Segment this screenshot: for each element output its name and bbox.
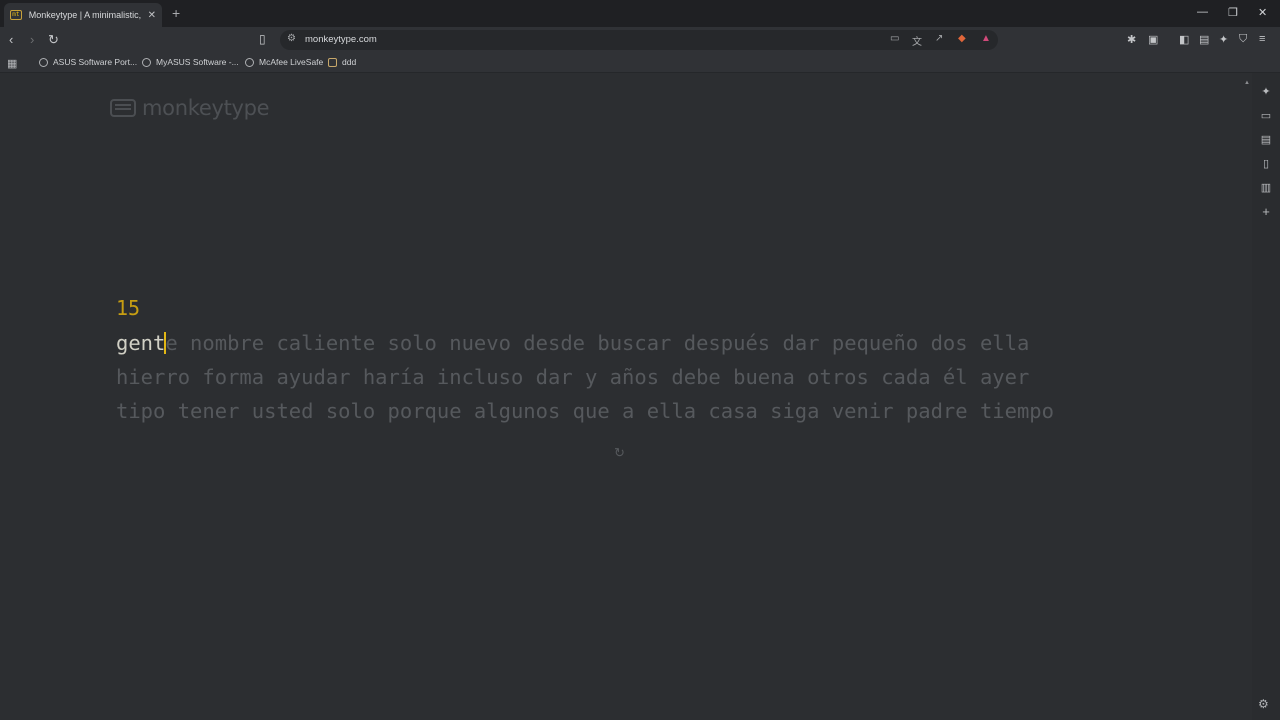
new-tab-icon[interactable]: + <box>172 5 180 21</box>
url-text: monkeytype.com <box>305 34 377 45</box>
menu-icon[interactable]: ≡ <box>1259 33 1265 45</box>
brave-shield-icon[interactable]: ◆ <box>958 33 966 44</box>
minimize-icon[interactable]: — <box>1197 6 1208 18</box>
tab-title: Monkeytype | A minimalistic, cu <box>28 10 142 20</box>
browser-sidebar: ✦ ▭ ▤ ▯ ▥ + <box>1252 73 1280 720</box>
globe-icon <box>245 57 254 67</box>
bookmark-page-icon <box>328 57 337 67</box>
word-line: tipo tener usted solo porque algunos que… <box>116 399 1054 423</box>
keyboard-logo-icon <box>110 99 136 117</box>
share-icon[interactable]: ↗ <box>935 33 943 44</box>
cast-icon[interactable]: ▭ <box>890 33 899 44</box>
word-line: hierro forma ayudar haría incluso dar y … <box>116 365 1030 389</box>
time-remaining: 15 <box>116 296 141 320</box>
sidebar-settings-icon[interactable]: ⚙ <box>1258 697 1269 711</box>
tab-close-icon[interactable]: ✕ <box>148 10 156 21</box>
remaining-word: e <box>165 331 178 355</box>
leo-sidebar-icon[interactable]: ✦ <box>1259 85 1273 98</box>
bookmark-asus-software[interactable]: ASUS Software Port... <box>39 57 137 67</box>
close-window-icon[interactable]: ✕ <box>1258 6 1267 19</box>
leo-ai-icon[interactable]: ✦ <box>1219 33 1228 46</box>
address-bar-row: ‹ › ↻ ▯ ⚙ monkeytype.com ▭ 文 ↗ ◆ ▲ ✱ ▣ ◧… <box>0 27 1280 53</box>
bookmark-label: MyASUS Software -... <box>156 57 239 67</box>
media-sidebar-icon[interactable]: ▭ <box>1259 109 1273 122</box>
sidebar-toggle-icon[interactable]: ◧ <box>1179 33 1189 46</box>
tab-monkeytype[interactable]: mt Monkeytype | A minimalistic, cu ✕ <box>4 3 162 27</box>
word-line: gente nombre caliente solo nuevo desde b… <box>116 326 1116 360</box>
restart-icon[interactable]: ↻ <box>614 445 625 461</box>
scroll-up-icon[interactable]: ▲ <box>1244 80 1250 86</box>
monkeytype-logo[interactable]: monkeytype <box>110 96 270 120</box>
restore-icon[interactable]: ❐ <box>1228 6 1238 19</box>
brave-rewards-icon[interactable]: ▲ <box>981 33 991 44</box>
bookmark-label: ddd <box>342 57 357 67</box>
logo-text: monkeytype <box>142 96 270 120</box>
extension-icon[interactable]: ▣ <box>1148 33 1158 46</box>
forward-icon[interactable]: › <box>30 32 34 47</box>
reload-icon[interactable]: ↻ <box>48 32 59 48</box>
extensions-icon[interactable]: ✱ <box>1127 33 1136 46</box>
apps-grid-icon[interactable]: ▦ <box>7 57 17 70</box>
bookmarks-bar: ▦ ASUS Software Port... MyASUS Software … <box>0 53 1280 73</box>
vpn-shield-icon[interactable]: ⛉ <box>1239 33 1247 46</box>
bookmark-icon[interactable]: ▯ <box>259 32 266 46</box>
back-icon[interactable]: ‹ <box>9 32 13 47</box>
reading-list-icon[interactable]: ▥ <box>1259 181 1273 194</box>
bookmark-mcafee[interactable]: McAfee LiveSafe <box>245 57 323 67</box>
globe-icon <box>142 57 151 67</box>
word-line-text: nombre caliente solo nuevo desde buscar … <box>177 331 1030 355</box>
wallet-sidebar-icon[interactable]: ▤ <box>1259 133 1273 146</box>
globe-icon <box>39 57 48 67</box>
site-info-icon[interactable]: ⚙ <box>287 33 296 44</box>
words-area[interactable]: gente nombre caliente solo nuevo desde b… <box>116 326 1116 428</box>
bookmark-label: McAfee LiveSafe <box>259 57 324 67</box>
translate-icon[interactable]: 文 <box>912 33 922 48</box>
wallet-icon[interactable]: ▤ <box>1199 33 1209 46</box>
url-field[interactable]: ⚙ monkeytype.com ▭ 文 ↗ ◆ ▲ <box>280 30 998 50</box>
bookmarks-sidebar-icon[interactable]: ▯ <box>1259 157 1273 170</box>
bookmark-ddd[interactable]: ddd <box>328 57 356 67</box>
add-sidebar-item-icon[interactable]: + <box>1259 204 1273 219</box>
monkeytype-favicon-icon: mt <box>10 10 22 20</box>
bookmark-myasus[interactable]: MyASUS Software -... <box>142 57 239 67</box>
typed-word: gent <box>116 331 166 355</box>
tab-strip: mt Monkeytype | A minimalistic, cu ✕ + —… <box>0 0 1280 27</box>
bookmark-label: ASUS Software Port... <box>53 57 138 67</box>
scrollbar[interactable]: ▲ <box>1244 80 1250 710</box>
